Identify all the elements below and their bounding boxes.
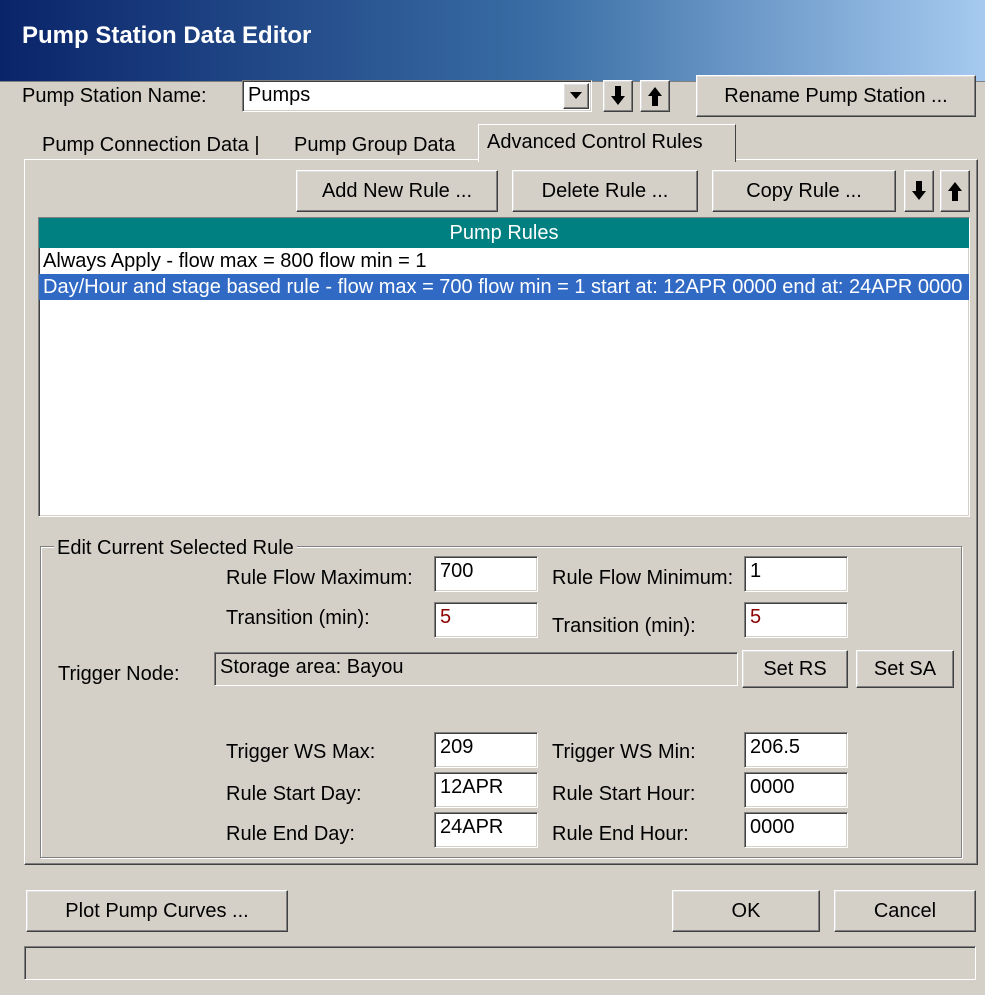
set-rs-button[interactable]: Set RS — [742, 650, 848, 688]
trigger-ws-min-input[interactable]: 206.5 — [744, 732, 848, 768]
start-hour-label: Rule Start Hour: — [552, 783, 696, 805]
chevron-down-icon — [570, 92, 582, 99]
ok-button[interactable]: OK — [672, 890, 820, 932]
flow-min-value: 1 — [750, 560, 762, 582]
end-day-value: 24APR — [440, 816, 504, 838]
start-day-value: 12APR — [440, 776, 504, 798]
arrow-up-icon — [948, 182, 962, 201]
end-day-label: Rule End Day: — [226, 823, 355, 845]
add-new-rule-button[interactable]: Add New Rule ... — [296, 170, 498, 212]
station-name-select[interactable]: Pumps — [242, 80, 592, 112]
dropdown-button[interactable] — [563, 83, 589, 109]
tab-label: Advanced Control Rules — [487, 131, 703, 153]
pump-rules-header: Pump Rules — [39, 218, 969, 248]
window-title: Pump Station Data Editor — [22, 22, 312, 49]
transition-max-value: 5 — [440, 606, 452, 628]
delete-rule-button[interactable]: Delete Rule ... — [512, 170, 698, 212]
transition-min-value: 5 — [750, 606, 762, 628]
cancel-button[interactable]: Cancel — [834, 890, 976, 932]
rules-items: Always Apply - flow max = 800 flow min =… — [39, 248, 969, 300]
flow-max-label: Rule Flow Maximum: — [226, 567, 413, 589]
tab-label: Pump Group Data — [294, 134, 456, 156]
station-name-label: Pump Station Name: — [22, 85, 207, 107]
arrow-up-icon — [648, 87, 662, 106]
set-sa-button[interactable]: Set SA — [856, 650, 954, 688]
flow-min-label: Rule Flow Minimum: — [552, 567, 734, 589]
move-station-down-button[interactable] — [603, 80, 633, 112]
transition-min-label: Transition (min): — [552, 615, 696, 637]
rename-station-button[interactable]: Rename Pump Station ... — [696, 75, 976, 117]
end-hour-input[interactable]: 0000 — [744, 812, 848, 848]
end-hour-value: 0000 — [750, 816, 795, 838]
flow-max-value: 700 — [440, 560, 474, 582]
end-day-input[interactable]: 24APR — [434, 812, 538, 848]
move-station-up-button[interactable] — [640, 80, 670, 112]
status-bar — [24, 946, 976, 980]
transition-max-input[interactable]: 5 — [434, 602, 538, 638]
tab-label: Pump Connection Data — [42, 134, 249, 156]
flow-min-input[interactable]: 1 — [744, 556, 848, 592]
trigger-ws-max-label: Trigger WS Max: — [226, 741, 376, 763]
move-rule-up-button[interactable] — [940, 170, 970, 212]
tab-advanced-control-rules[interactable]: Advanced Control Rules — [478, 124, 736, 162]
trigger-ws-min-label: Trigger WS Min: — [552, 741, 696, 763]
tab-pump-group-data[interactable]: Pump Group Data — [286, 132, 463, 158]
trigger-node-field: Storage area: Bayou — [214, 652, 738, 686]
tab-pump-connection-data[interactable]: Pump Connection Data | — [34, 132, 268, 158]
copy-rule-button[interactable]: Copy Rule ... — [712, 170, 896, 212]
start-day-label: Rule Start Day: — [226, 783, 362, 805]
rule-list-item[interactable]: Always Apply - flow max = 800 flow min =… — [39, 248, 969, 274]
pump-rules-list[interactable]: Pump Rules Always Apply - flow max = 800… — [38, 217, 970, 517]
trigger-node-value: Storage area: Bayou — [220, 656, 404, 678]
arrow-down-icon — [912, 181, 926, 200]
trigger-node-label: Trigger Node: — [58, 663, 180, 685]
trigger-ws-max-value: 209 — [440, 736, 474, 758]
transition-min-input[interactable]: 5 — [744, 602, 848, 638]
flow-max-input[interactable]: 700 — [434, 556, 538, 592]
transition-max-label: Transition (min): — [226, 607, 370, 629]
station-name-value: Pumps — [248, 84, 311, 106]
plot-pump-curves-button[interactable]: Plot Pump Curves ... — [26, 890, 288, 932]
start-hour-value: 0000 — [750, 776, 795, 798]
edit-rule-group-label: Edit Current Selected Rule — [54, 536, 297, 560]
rule-list-item[interactable]: Day/Hour and stage based rule - flow max… — [39, 274, 969, 300]
start-hour-input[interactable]: 0000 — [744, 772, 848, 808]
arrow-down-icon — [611, 86, 625, 105]
move-rule-down-button[interactable] — [904, 170, 934, 212]
trigger-ws-max-input[interactable]: 209 — [434, 732, 538, 768]
start-day-input[interactable]: 12APR — [434, 772, 538, 808]
end-hour-label: Rule End Hour: — [552, 823, 689, 845]
trigger-ws-min-value: 206.5 — [750, 736, 801, 758]
